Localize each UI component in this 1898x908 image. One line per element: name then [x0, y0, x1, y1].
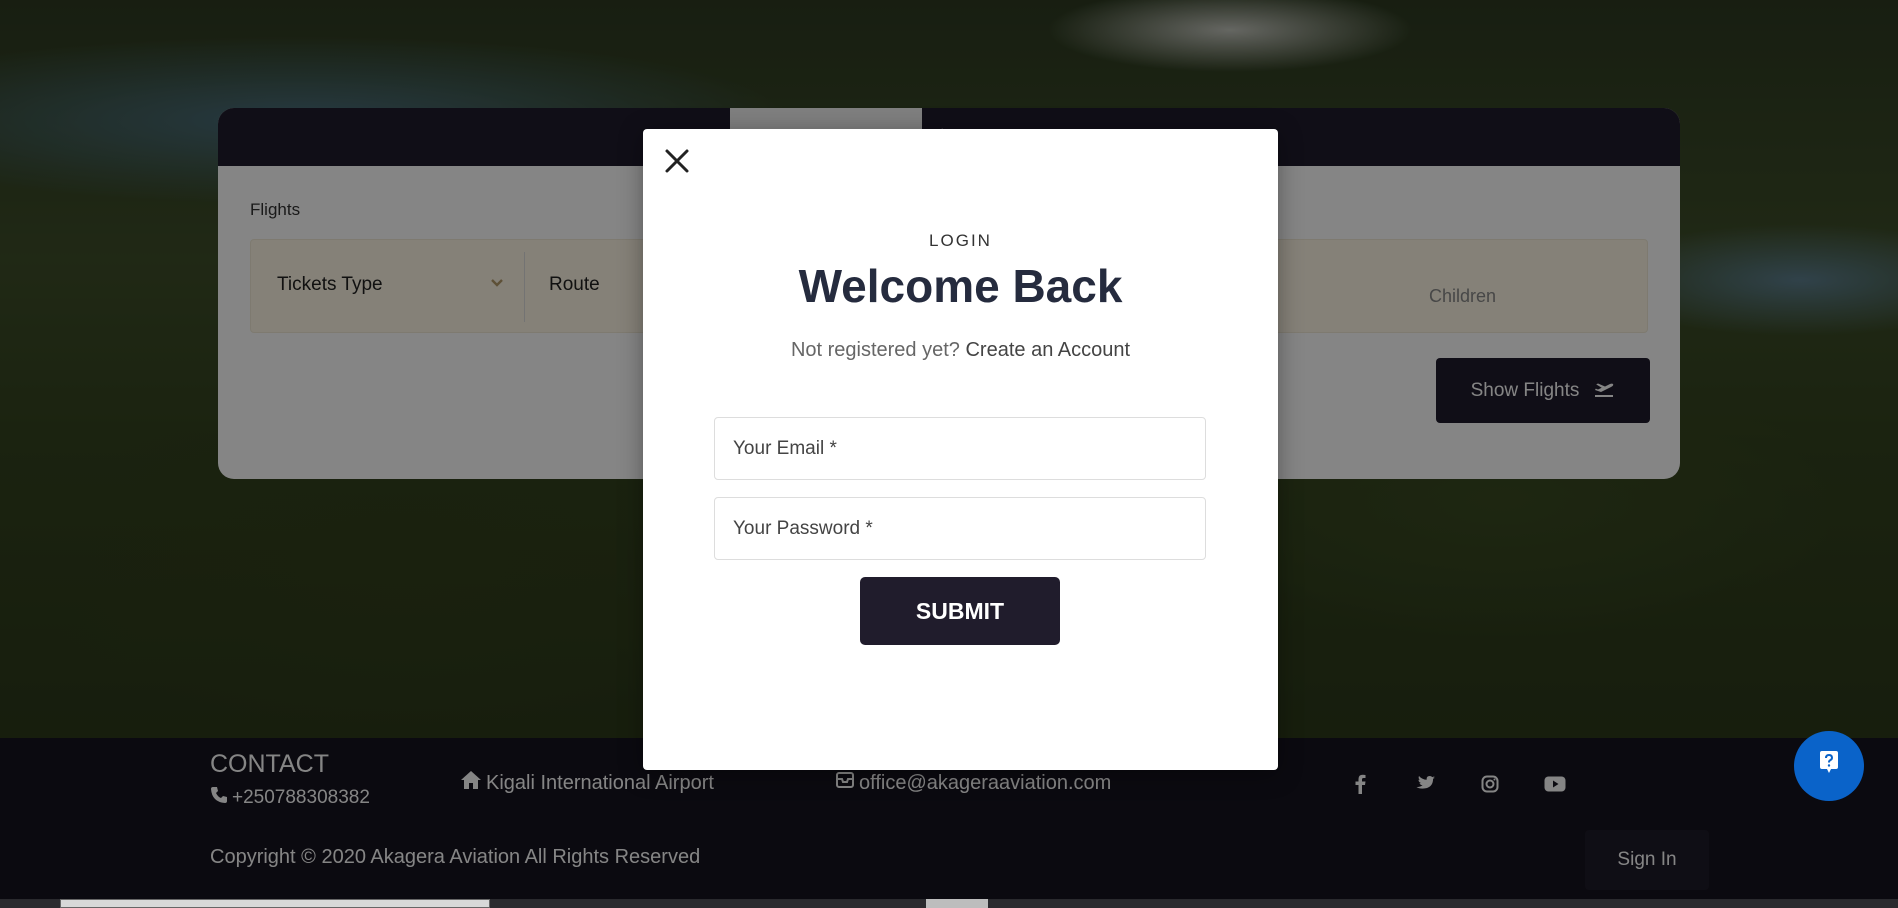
close-icon [664, 148, 690, 178]
register-prompt-text: Not registered yet? [790, 339, 960, 361]
create-account-link[interactable]: Create an Account [965, 339, 1130, 361]
modal-title: Welcome Back [798, 260, 1123, 312]
taskbar-element [926, 899, 988, 908]
submit-button[interactable]: SUBMIT [860, 577, 1060, 645]
taskbar-element [60, 899, 490, 908]
close-button[interactable] [661, 147, 693, 179]
email-field[interactable] [714, 417, 1206, 480]
login-modal: LOGIN Welcome Back Not registered yet? C… [643, 129, 1278, 770]
help-button[interactable] [1794, 731, 1864, 801]
question-icon [1817, 751, 1841, 781]
register-prompt: Not registered yet? Create an Account [643, 339, 1278, 362]
login-eyebrow: LOGIN [929, 231, 992, 250]
password-field[interactable] [714, 497, 1206, 560]
